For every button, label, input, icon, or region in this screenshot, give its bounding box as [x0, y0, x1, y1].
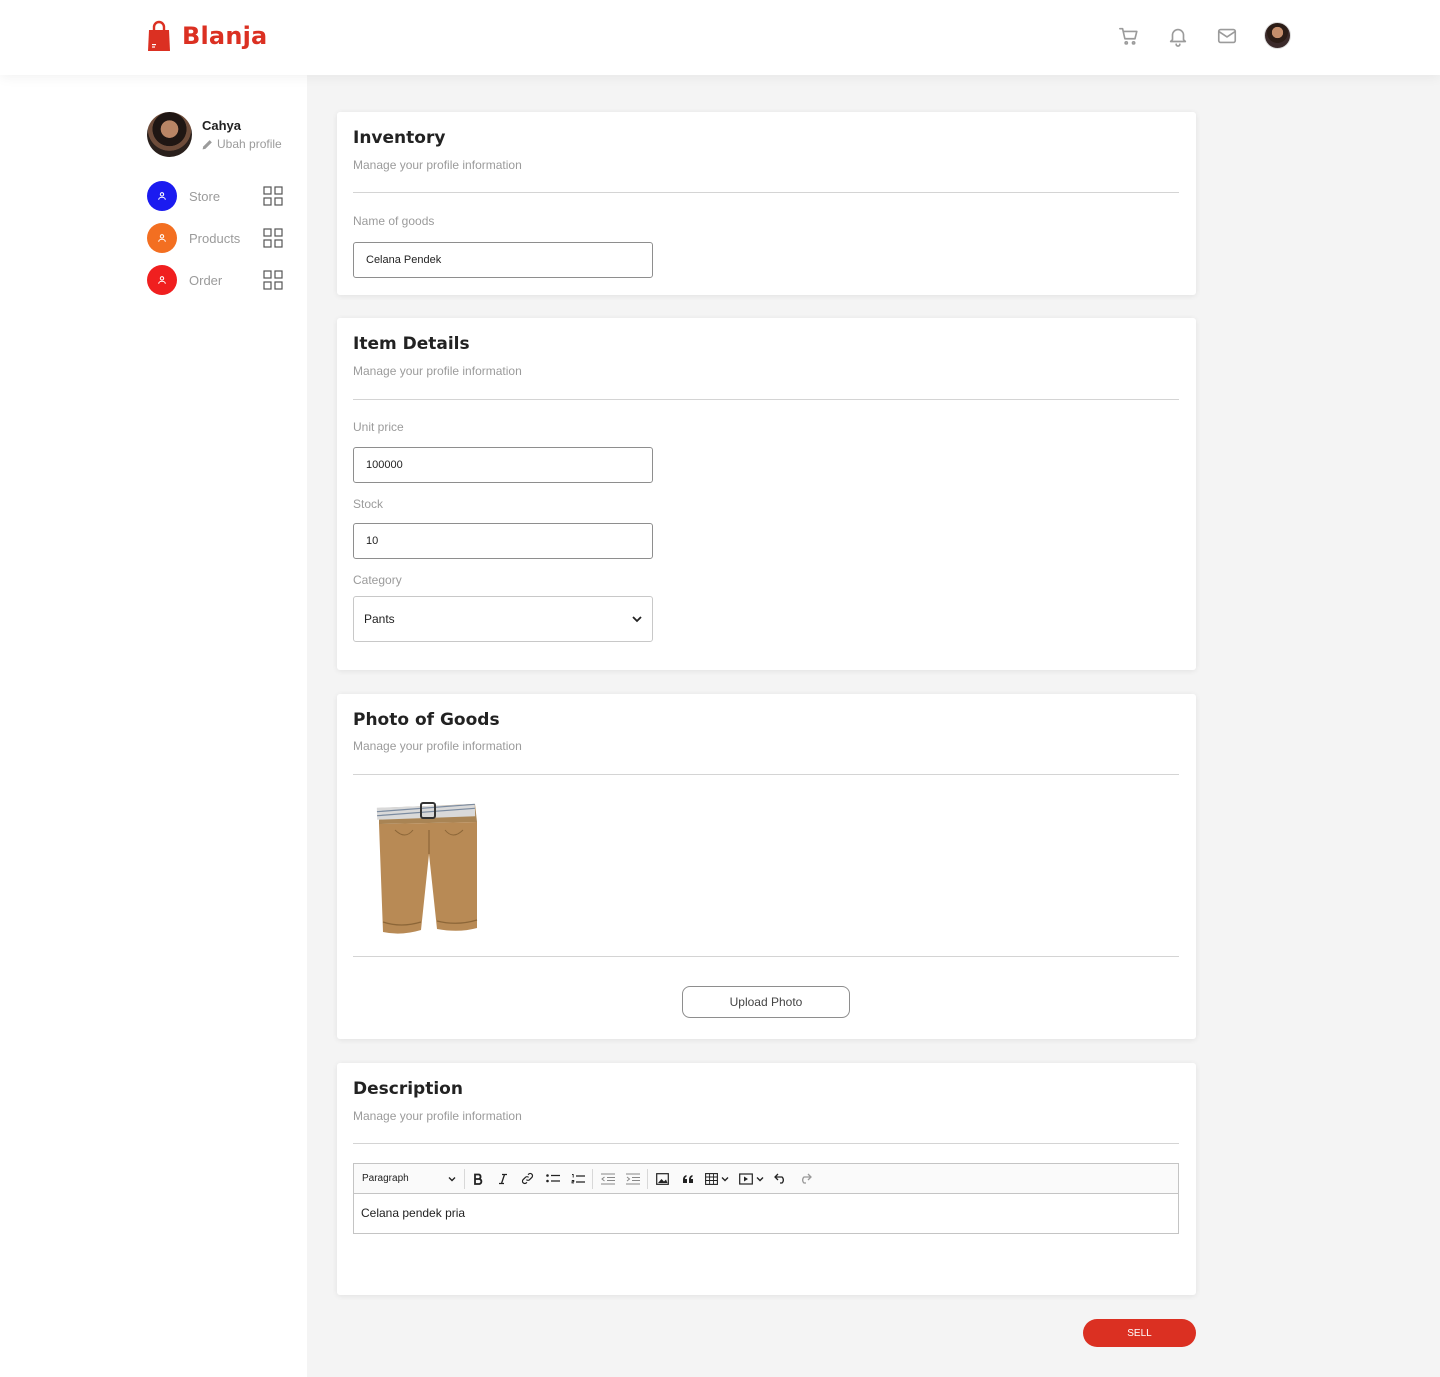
product-photo[interactable]: [375, 800, 481, 936]
block-quote-button[interactable]: [675, 1169, 700, 1189]
table-icon: [705, 1172, 718, 1185]
numbered-list-icon: [571, 1173, 585, 1183]
quote-icon: [682, 1174, 693, 1183]
category-label: Category: [353, 573, 402, 587]
edit-profile-link[interactable]: Ubah profile: [201, 137, 282, 151]
unit-price-input[interactable]: [353, 447, 653, 483]
card-subtitle: Manage your profile information: [353, 364, 522, 378]
link-button[interactable]: [515, 1169, 540, 1189]
divider: [353, 956, 1179, 957]
inventory-card: Inventory Manage your profile informatio…: [337, 112, 1196, 295]
divider: [353, 192, 1179, 193]
name-of-goods-input[interactable]: [353, 242, 653, 278]
user-icon: [158, 234, 166, 242]
chevron-down-icon: [721, 1176, 729, 1181]
bold-icon: [473, 1173, 482, 1185]
sidebar-item-label: Order: [189, 272, 223, 288]
category-select[interactable]: Pants: [353, 596, 653, 642]
editor-content[interactable]: Celana pendek pria: [354, 1194, 1178, 1232]
insert-table-button[interactable]: [700, 1169, 734, 1189]
bulleted-list-button[interactable]: [540, 1169, 565, 1189]
user-icon: [158, 192, 166, 200]
card-title: Photo of Goods: [353, 710, 500, 730]
brand-name: Blanja: [182, 22, 268, 50]
undo-icon: [774, 1173, 784, 1184]
profile-avatar: [147, 112, 192, 157]
redo-icon: [802, 1173, 812, 1184]
rich-text-editor: Paragraph Celana pendek pria: [353, 1163, 1179, 1234]
products-badge: [147, 223, 177, 253]
toolbar-separator: [647, 1168, 648, 1189]
shopping-bag-icon: [148, 20, 170, 51]
indent-button[interactable]: [620, 1169, 645, 1189]
bell-icon[interactable]: [1167, 25, 1189, 47]
grid-icon: [263, 228, 283, 248]
profile-name: Cahya: [202, 118, 242, 133]
sidebar-item-order[interactable]: Order: [147, 265, 287, 295]
divider: [353, 399, 1179, 400]
category-value: Pants: [364, 612, 395, 626]
sidebar-item-label: Products: [189, 230, 241, 246]
image-icon: [656, 1172, 669, 1185]
card-title: Description: [353, 1079, 463, 1099]
card-title: Item Details: [353, 334, 470, 354]
pencil-icon: [202, 139, 212, 149]
insert-image-button[interactable]: [650, 1169, 675, 1189]
numbered-list-button[interactable]: [565, 1169, 590, 1189]
bulleted-list-icon: [545, 1173, 560, 1182]
editor-toolbar: Paragraph: [354, 1164, 1178, 1194]
sell-button[interactable]: SELL: [1083, 1319, 1196, 1347]
italic-icon: [498, 1173, 507, 1184]
chevron-down-icon: [632, 616, 642, 623]
undo-button[interactable]: [768, 1169, 793, 1189]
item-details-card: Item Details Manage your profile informa…: [337, 318, 1196, 670]
card-subtitle: Manage your profile information: [353, 739, 522, 753]
sidebar-item-products[interactable]: Products: [147, 223, 287, 253]
grid-icon: [263, 186, 283, 206]
mail-icon[interactable]: [1216, 25, 1238, 47]
user-icon: [158, 276, 166, 284]
link-icon: [521, 1172, 534, 1185]
grid-icon: [263, 270, 283, 290]
chevron-down-icon: [448, 1176, 456, 1181]
card-subtitle: Manage your profile information: [353, 1109, 522, 1123]
upload-photo-button[interactable]: Upload Photo: [682, 986, 850, 1018]
divider: [353, 1143, 1179, 1144]
sidebar-item-label: Store: [189, 188, 221, 204]
photo-card: Photo of Goods Manage your profile infor…: [337, 694, 1196, 1039]
edit-profile-label: Ubah profile: [217, 137, 282, 151]
card-title: Inventory: [353, 128, 446, 148]
indent-icon: [625, 1173, 640, 1184]
chevron-down-icon: [756, 1176, 763, 1181]
store-badge: [147, 181, 177, 211]
redo-button[interactable]: [793, 1169, 818, 1189]
sidebar-item-store[interactable]: Store: [147, 181, 287, 211]
insert-media-button[interactable]: [734, 1169, 768, 1189]
bold-button[interactable]: [465, 1169, 490, 1189]
description-card: Description Manage your profile informat…: [337, 1063, 1196, 1295]
outdent-button[interactable]: [595, 1169, 620, 1189]
cart-icon[interactable]: [1118, 25, 1140, 47]
italic-button[interactable]: [490, 1169, 515, 1189]
stock-input[interactable]: [353, 523, 653, 559]
media-icon: [738, 1172, 753, 1185]
card-subtitle: Manage your profile information: [353, 158, 522, 172]
divider: [353, 774, 1179, 775]
brand-logo[interactable]: Blanja: [147, 20, 267, 52]
outdent-icon: [600, 1173, 615, 1184]
name-label: Name of goods: [353, 214, 435, 228]
user-avatar[interactable]: [1264, 22, 1291, 49]
paragraph-format-select[interactable]: Paragraph: [362, 1168, 465, 1189]
unit-price-label: Unit price: [353, 420, 404, 434]
stock-label: Stock: [353, 497, 384, 511]
order-badge: [147, 265, 177, 295]
paragraph-format-value: Paragraph: [362, 1173, 409, 1184]
toolbar-separator: [592, 1168, 593, 1189]
top-header: Blanja: [0, 0, 1440, 75]
